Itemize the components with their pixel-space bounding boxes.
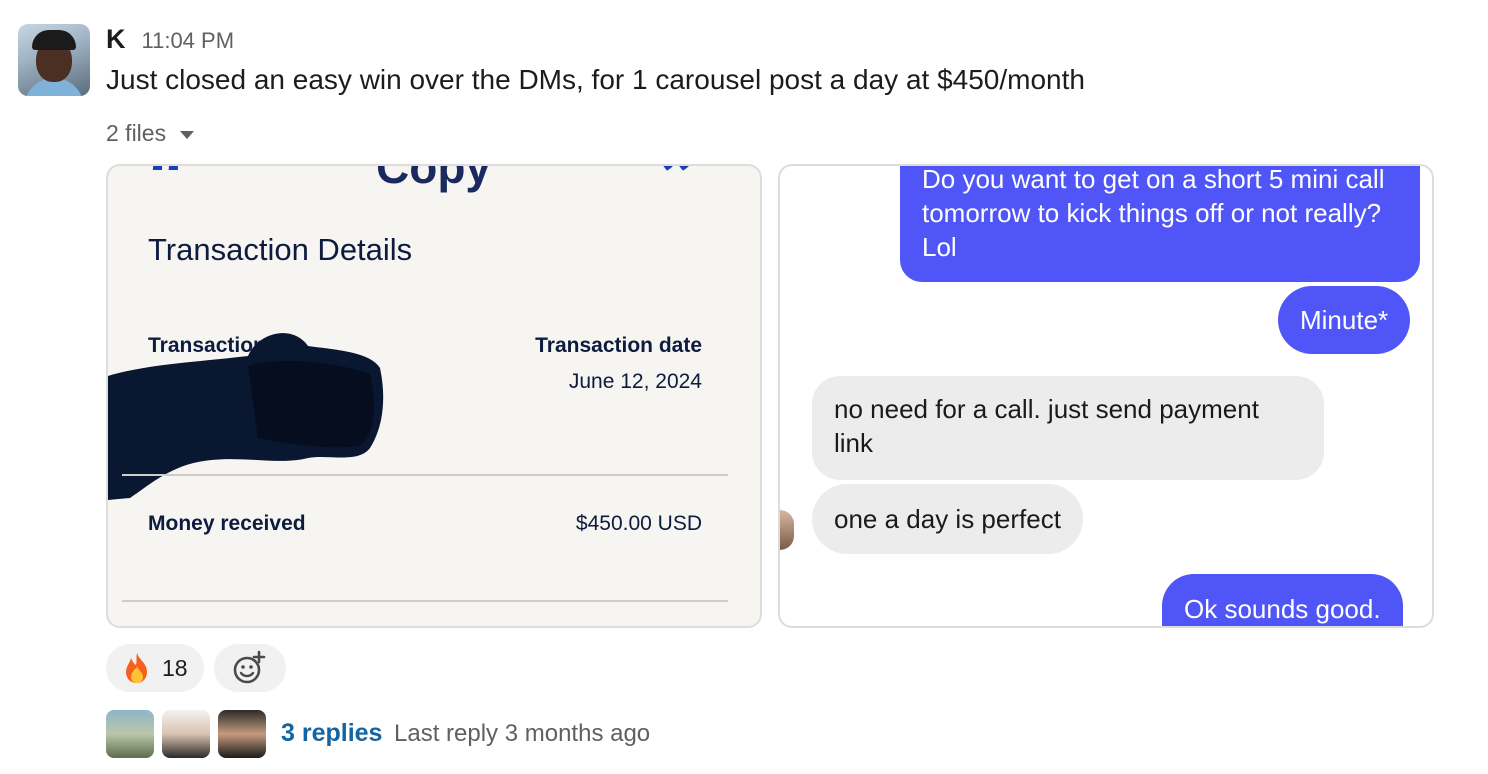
chat-bubble-sent: Ok sounds good.: [1162, 574, 1403, 626]
receipt-title: Transaction Details: [148, 232, 413, 267]
close-quote-icon: ”: [660, 164, 701, 219]
replier-avatar[interactable]: [218, 710, 266, 758]
transaction-date-value: June 12, 2024: [568, 370, 702, 393]
files-toggle[interactable]: 2 files: [106, 120, 195, 147]
file-attachment-receipt[interactable]: “ Copy ” Transaction Details Transaction…: [106, 164, 762, 628]
replies-link[interactable]: 3 replies: [281, 719, 382, 748]
receipt-divider: [122, 600, 728, 602]
replier-avatar[interactable]: [106, 710, 154, 758]
caret-down-icon: [180, 130, 195, 139]
add-emoji-icon: [233, 650, 266, 684]
money-received-value: $450.00 USD: [575, 512, 702, 535]
add-reaction-button[interactable]: [214, 644, 286, 692]
transaction-date-label: Transaction date: [535, 334, 702, 357]
redaction-scribble: [108, 333, 384, 500]
replier-avatar[interactable]: [162, 710, 210, 758]
message-header: K 11:04 PM: [106, 24, 234, 55]
reaction-fire[interactable]: 18: [106, 644, 204, 692]
files-count-label: 2 files: [106, 120, 167, 146]
money-received-label: Money received: [148, 512, 306, 535]
receipt-header-fragment: Copy: [376, 164, 491, 193]
file-attachment-chat[interactable]: Do you want to get on a short 5 mini cal…: [778, 164, 1434, 628]
chat-bubble-sent: Do you want to get on a short 5 mini cal…: [900, 166, 1420, 282]
reaction-count: 18: [162, 654, 188, 681]
author-avatar[interactable]: [18, 24, 90, 96]
author-name[interactable]: K: [106, 24, 126, 55]
chat-bubble-sent: Minute*: [1278, 286, 1411, 354]
chat-bubble-received: one a day is perfect: [812, 484, 1083, 554]
message-text: Just closed an easy win over the DMs, fo…: [106, 64, 1085, 95]
fire-icon: [126, 653, 147, 683]
open-quote-icon: “: [148, 164, 189, 219]
contact-avatar: [780, 510, 794, 550]
receipt-divider: [122, 474, 728, 476]
chat-bubble-received: no need for a call. just send payment li…: [812, 376, 1324, 480]
last-reply-text: Last reply 3 months ago: [394, 720, 651, 747]
message-timestamp[interactable]: 11:04 PM: [142, 28, 235, 54]
